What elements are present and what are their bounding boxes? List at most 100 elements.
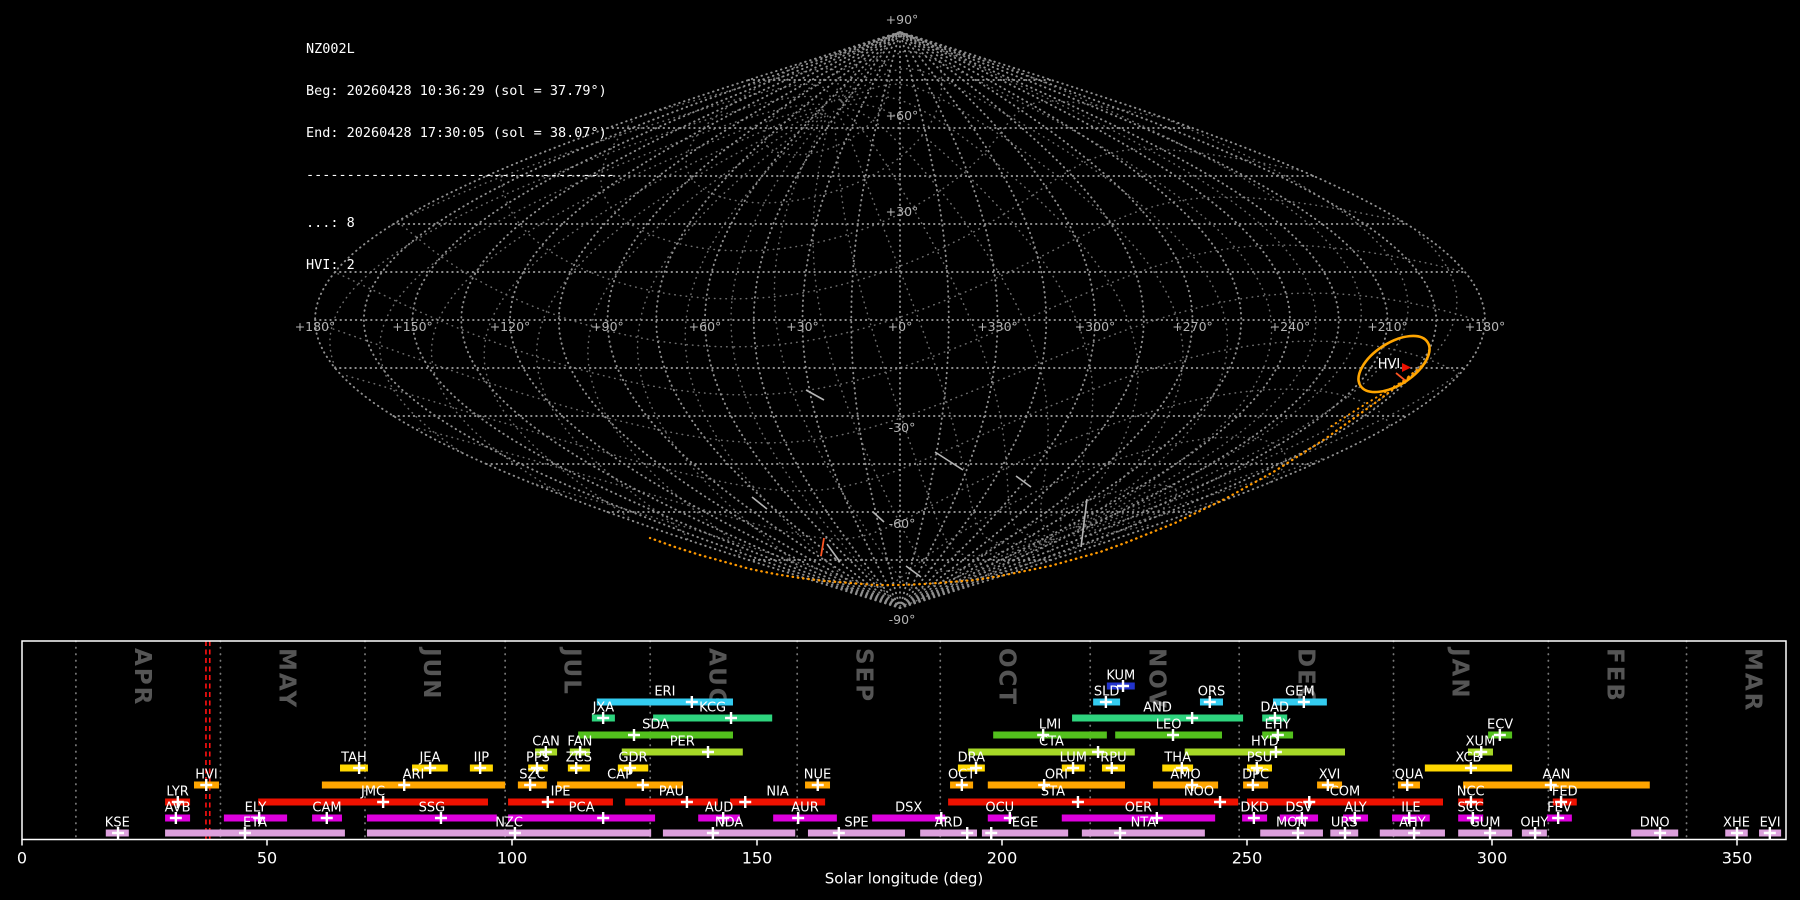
shower-label: ZCS <box>566 751 592 766</box>
x-axis-tick-label: 300 <box>1477 849 1508 868</box>
lon-axis-label: +300° <box>1075 319 1116 334</box>
lon-axis-label: +330° <box>977 319 1018 334</box>
lat-axis-label: +90° <box>886 12 919 27</box>
shower-label: ORS <box>1198 685 1226 700</box>
shower-bar <box>1159 798 1239 806</box>
shower-label: FED <box>1552 785 1578 800</box>
station-code: NZ002L <box>306 41 355 57</box>
x-axis-tick-label: 250 <box>1232 849 1263 868</box>
lon-axis-label: +270° <box>1172 319 1213 334</box>
meteor-trail <box>934 451 964 471</box>
hvi-meteor-trail <box>820 537 825 557</box>
shower-peak-marker <box>1071 796 1084 808</box>
month-label: FEB <box>1602 648 1628 703</box>
lon-axis-label: +0° <box>888 319 913 334</box>
shower-label: IIP <box>474 751 490 766</box>
shower-label: HYD <box>1251 735 1279 750</box>
shower-bar <box>653 714 773 722</box>
shower-label: JMC <box>360 785 385 800</box>
shower-peak-marker <box>832 827 845 839</box>
shower-label: CAP <box>607 768 633 783</box>
radiant-label: HVI <box>1378 357 1401 372</box>
shower-bar <box>508 798 613 806</box>
shower-label: KUM <box>1106 669 1135 684</box>
shower-bar <box>165 829 345 837</box>
end-time-line: End: 20260428 17:30:05 (sol = 38.07°) <box>306 125 607 141</box>
shower-label: CTA <box>1039 735 1064 750</box>
shower-label: STA <box>1041 785 1065 800</box>
radiant-pointer-icon <box>1402 363 1411 372</box>
month-label: JUL <box>558 646 584 696</box>
shower-label: SDA <box>642 718 669 733</box>
shower-label: ORI <box>1045 768 1068 783</box>
shower-peak-marker <box>725 712 738 724</box>
radiant-map-screen: NZ002L Beg: 20260428 10:36:29 (sol = 37.… <box>0 0 1800 900</box>
shower-label: AND <box>1143 701 1172 716</box>
shower-label: KCG <box>699 701 726 716</box>
shower-peak-marker <box>961 827 974 839</box>
meteor-trail <box>826 543 841 563</box>
shower-label: NDA <box>715 816 744 831</box>
meteor-trail <box>1015 475 1032 488</box>
sky-map-and-timeline-canvas: +180° +150° +120° +90° +60° +30° +0° +330° +300°… <box>17 12 1787 888</box>
shower-bar <box>258 798 488 806</box>
shower-label: AAN <box>1542 768 1570 783</box>
meteor-trail <box>805 389 825 401</box>
shower-label: DPC <box>1242 768 1269 783</box>
x-axis-title: Solar longitude (deg) <box>825 870 983 888</box>
shower-bar <box>321 781 506 789</box>
separator-line: -------------------------------------- <box>306 167 615 183</box>
shower-label: OER <box>1125 801 1152 816</box>
lon-axis-label: +60° <box>689 319 722 334</box>
shower-label: GUM <box>1470 816 1501 831</box>
shower-label: XVI <box>1319 768 1341 783</box>
shower-label: PCA <box>569 801 595 816</box>
shower-label: NTA <box>1131 816 1157 831</box>
month-label: OCT <box>993 648 1019 706</box>
shower-bar <box>662 829 796 837</box>
shower-label: ELY <box>245 801 267 816</box>
shower-bar <box>1081 829 1205 837</box>
lon-axis-label: +240° <box>1270 319 1311 334</box>
shower-peak-marker <box>628 729 641 741</box>
shower-label: AHY <box>1399 816 1426 831</box>
shower-label: DRA <box>958 751 986 766</box>
shower-bar <box>508 814 656 822</box>
x-axis-tick-label: 50 <box>257 849 277 868</box>
shower-bar <box>807 829 905 837</box>
month-label: MAY <box>274 648 300 709</box>
shower-bar <box>773 814 837 822</box>
shower-peak-marker <box>597 812 610 824</box>
shower-label: ARD <box>935 816 963 831</box>
shower-label: PAU <box>659 785 684 800</box>
shower-label: ETA <box>243 816 267 831</box>
lon-axis-label: +30° <box>786 319 819 334</box>
shower-label: XCB <box>1455 751 1481 766</box>
month-label: JAN <box>1447 646 1473 700</box>
hvi-count: HVI: 2 <box>306 257 355 273</box>
lon-axis-label: +120° <box>490 319 531 334</box>
shower-label: AMO <box>1170 768 1200 783</box>
lat-axis-label: +30° <box>886 204 919 219</box>
shower-peak-marker <box>636 779 649 791</box>
shower-label: PSU <box>1247 751 1273 766</box>
shower-label: ARI <box>403 768 425 783</box>
lat-axis-label: +60° <box>886 108 919 123</box>
shower-peak-marker <box>685 696 698 708</box>
x-axis-tick-label: 350 <box>1722 849 1753 868</box>
shower-label: LEO <box>1156 718 1182 733</box>
shower-label: AUR <box>791 801 818 816</box>
shower-label: AUD <box>705 801 733 816</box>
shower-label: SZC <box>519 768 545 783</box>
x-axis-tick-label: 200 <box>987 849 1018 868</box>
month-label: SEP <box>850 648 876 703</box>
lon-axis-label: +210° <box>1367 319 1408 334</box>
lat-axis-label: -30° <box>889 420 916 435</box>
x-axis-tick-label: 0 <box>17 849 27 868</box>
shower-label: THA <box>1163 751 1191 766</box>
month-label: MAR <box>1740 648 1766 712</box>
shower-label: NIA <box>766 785 789 800</box>
month-label: JUN <box>418 646 444 700</box>
sporadic-count: ...: 8 <box>306 215 355 231</box>
shower-label: AVB <box>165 801 191 816</box>
